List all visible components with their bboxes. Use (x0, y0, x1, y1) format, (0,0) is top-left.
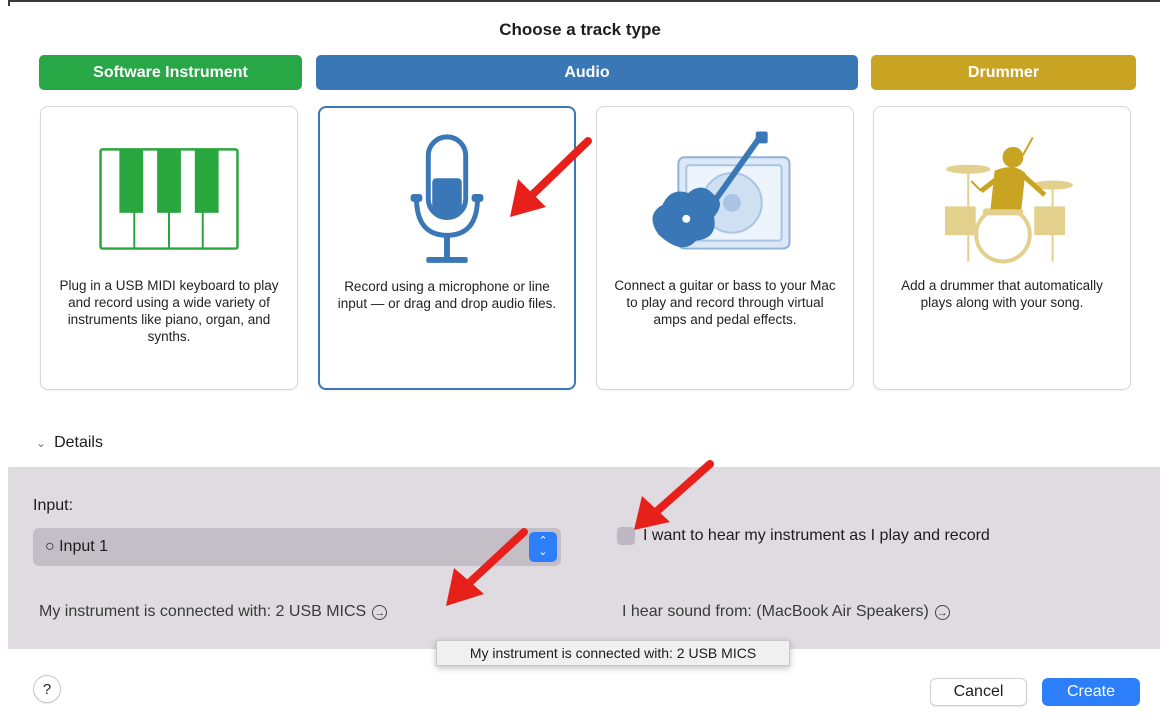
tab-drummer[interactable]: Drummer (871, 55, 1136, 90)
connected-info: My instrument is connected with: 2 USB M… (39, 603, 388, 621)
card-description: Connect a guitar or bass to your Mac to … (614, 278, 836, 327)
output-label: I hear sound from: (MacBook Air Speakers… (622, 603, 929, 620)
card-description: Record using a microphone or line input … (337, 279, 557, 311)
top-divider (8, 0, 1160, 2)
input-select-value: ○ Input 1 (45, 538, 109, 555)
card-drummer[interactable]: Add a drummer that automatically plays a… (873, 106, 1131, 390)
card-software-instrument[interactable]: Plug in a USB MIDI keyboard to play and … (40, 106, 298, 390)
create-button[interactable]: Create (1042, 678, 1140, 706)
help-button[interactable]: ? (33, 675, 61, 703)
top-corner-tick (8, 0, 10, 6)
microphone-icon (410, 134, 484, 263)
connected-label: My instrument is connected with: 2 USB M… (39, 603, 367, 620)
arrow-circle-right-icon[interactable]: → (372, 604, 388, 620)
card-audio-microphone[interactable]: Record using a microphone or line input … (318, 106, 576, 390)
drummer-icon (944, 136, 1073, 264)
select-stepper-icon[interactable]: ⌃ ⌄ (529, 532, 557, 562)
monitor-checkbox-label: I want to hear my instrument as I play a… (643, 527, 990, 544)
card-audio-guitar[interactable]: Connect a guitar or bass to your Mac to … (596, 106, 854, 390)
dialog-title: Choose a track type (499, 20, 661, 39)
tooltip: My instrument is connected with: 2 USB M… (436, 640, 790, 666)
input-label: Input: (33, 497, 74, 514)
details-label: Details (54, 434, 103, 451)
chevron-down-icon: ⌄ (36, 436, 47, 450)
arrow-circle-right-icon[interactable]: → (934, 604, 950, 620)
card-description: Add a drummer that automatically plays a… (901, 278, 1103, 310)
card-description: Plug in a USB MIDI keyboard to play and … (59, 278, 279, 344)
monitor-checkbox[interactable] (617, 527, 635, 545)
tab-audio[interactable]: Audio (316, 55, 858, 90)
guitar-amp-icon (652, 131, 791, 250)
window-top-edge (0, 0, 1160, 6)
input-select[interactable]: ○ Input 1 ⌃ ⌄ (33, 528, 561, 566)
tab-software-instrument[interactable]: Software Instrument (39, 55, 302, 90)
cancel-button[interactable]: Cancel (930, 678, 1027, 706)
details-disclosure[interactable]: ⌄ Details (36, 434, 103, 452)
output-info: I hear sound from: (MacBook Air Speakers… (622, 603, 950, 621)
piano-keyboard-icon (99, 148, 239, 250)
